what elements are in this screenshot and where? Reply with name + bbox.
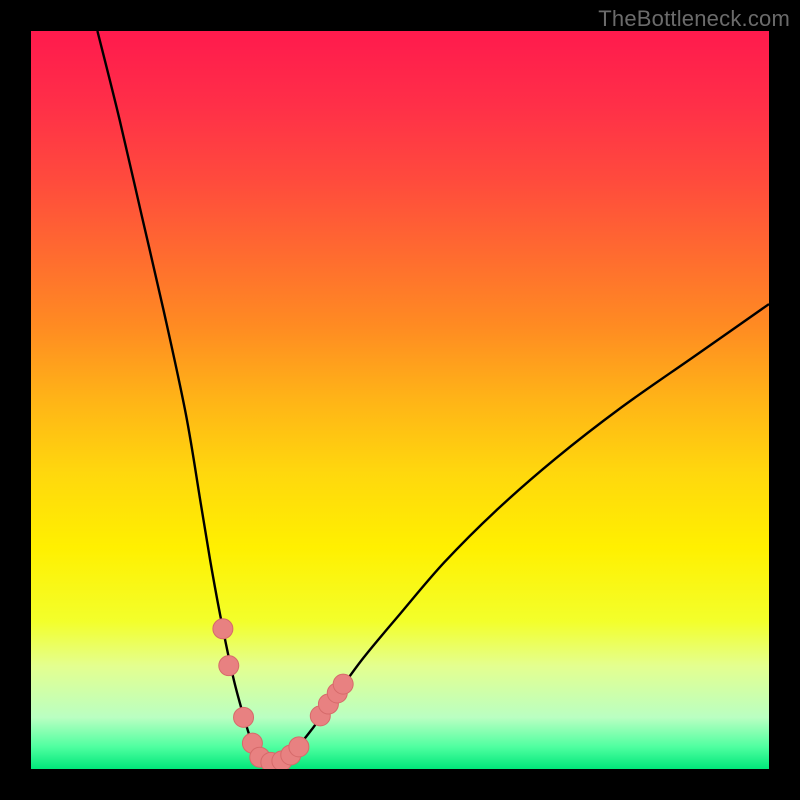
data-point <box>219 656 239 676</box>
app-frame: TheBottleneck.com <box>0 0 800 800</box>
data-point <box>213 619 233 639</box>
chart-plot-area <box>31 31 769 769</box>
gradient-background <box>31 31 769 769</box>
watermark-text: TheBottleneck.com <box>598 6 790 32</box>
data-point <box>234 707 254 727</box>
data-point <box>289 737 309 757</box>
data-point <box>333 674 353 694</box>
chart-svg <box>31 31 769 769</box>
